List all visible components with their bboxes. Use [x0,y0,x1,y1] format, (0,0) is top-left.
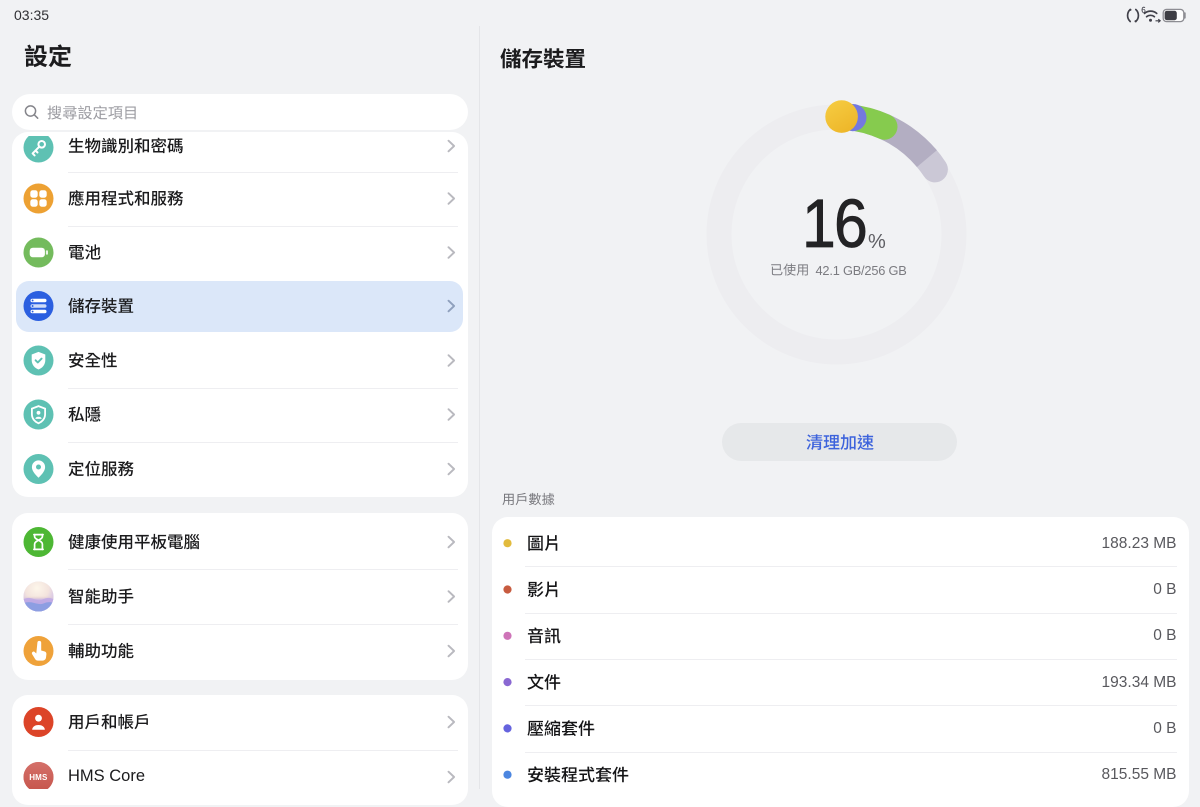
svg-text:HMS: HMS [29,773,48,782]
